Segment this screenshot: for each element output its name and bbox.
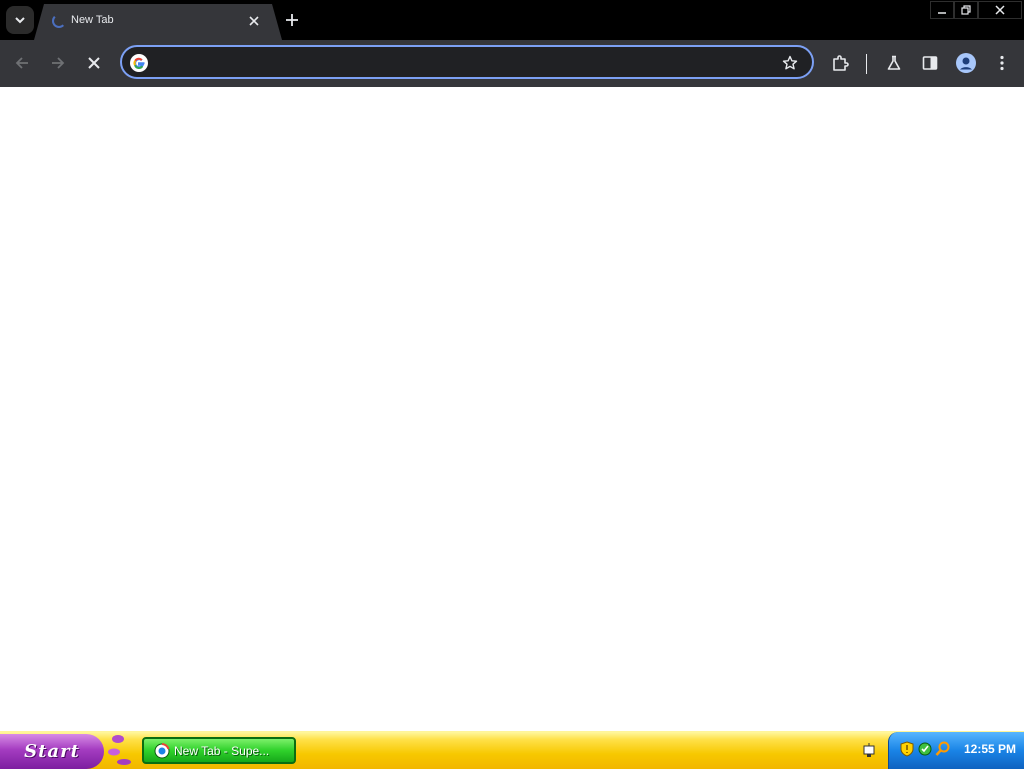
back-button[interactable] [10,51,34,75]
back-icon [15,57,28,69]
stop-button[interactable] [82,51,106,75]
shield-icon[interactable] [899,741,915,757]
side-panel-icon [922,56,938,70]
taskbar-item-new-tab[interactable]: New Tab - Supe... [142,737,296,764]
extensions-icon [833,55,849,71]
profile-icon [956,53,976,73]
taskbar-item-label: New Tab - Supe... [174,743,270,758]
network-icon[interactable] [862,743,876,759]
new-tab-button[interactable] [281,9,303,31]
stop-icon [88,57,100,69]
forward-button[interactable] [46,51,70,75]
address-input[interactable] [158,51,772,75]
google-icon [130,54,148,72]
bookmark-star-button[interactable] [780,53,800,73]
page-content [0,87,1024,731]
system-tray: 12:55 PM [888,732,1024,769]
chrome-icon [154,742,170,758]
browser-toolbar [0,40,1024,87]
search-icon[interactable] [935,741,951,757]
close-tab-button[interactable] [244,11,264,31]
security-icon[interactable] [917,741,933,757]
close-window-icon [995,5,1005,15]
labs-icon [887,55,901,70]
tab-search-icon [15,17,25,24]
window-controls [930,1,1022,19]
minimize-button[interactable] [930,1,954,19]
side-panel-button[interactable] [918,51,942,75]
close-tab-icon [249,16,259,26]
address-bar[interactable] [120,45,814,79]
forward-icon [52,57,65,69]
start-button[interactable]: Start [0,734,104,769]
close-window-button[interactable] [978,1,1022,19]
tab-search-button[interactable] [6,6,34,34]
clock[interactable]: 12:55 PM [964,742,1016,756]
start-decoration-icon [108,735,131,765]
menu-icon [1000,55,1004,71]
restore-button[interactable] [954,1,978,19]
loading-favicon-icon [52,14,66,28]
menu-button[interactable] [990,51,1014,75]
profile-button[interactable] [954,51,978,75]
star-icon [782,55,798,70]
start-label: Start [24,741,80,762]
extensions-button[interactable] [828,51,852,75]
toolbar-separator [866,54,867,74]
new-tab-icon [286,14,298,26]
labs-button[interactable] [882,51,906,75]
restore-icon [961,5,971,15]
tab-new-tab[interactable]: New Tab [34,4,282,40]
taskbar: Start New Tab - Supe... 12:55 PM [0,731,1024,769]
minimize-icon [938,12,946,14]
tab-title: New Tab [71,14,114,26]
tab-strip: New Tab [0,0,1024,40]
